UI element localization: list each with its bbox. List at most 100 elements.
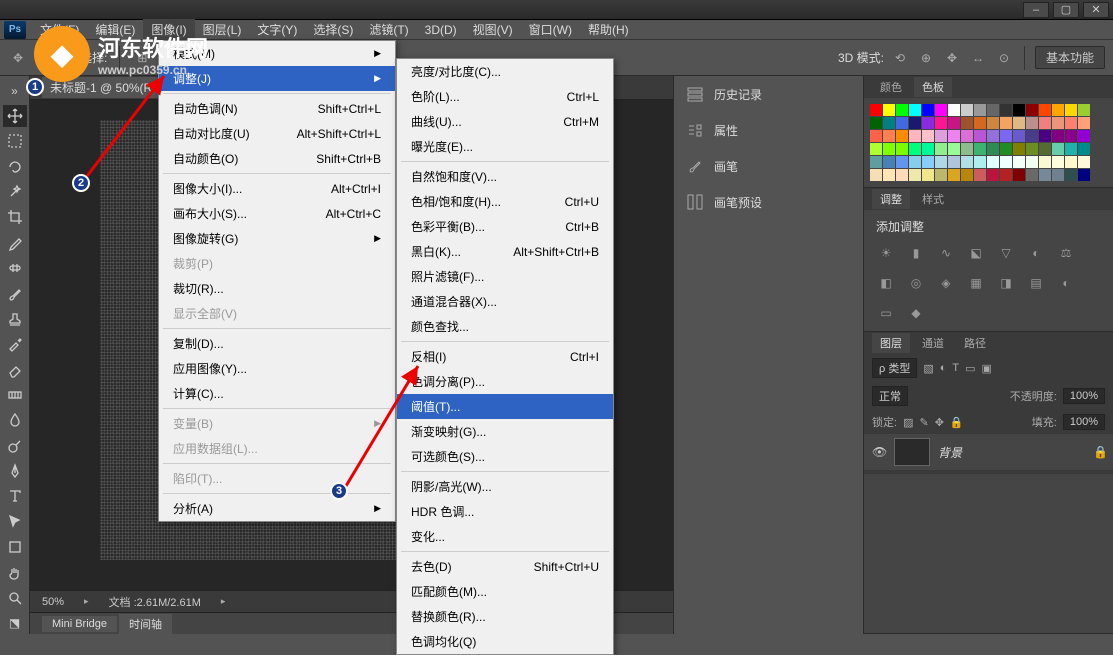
swatch[interactable] bbox=[883, 169, 895, 181]
menu-select[interactable]: 选择(S) bbox=[305, 19, 361, 40]
invert-icon[interactable]: ◨ bbox=[996, 273, 1016, 293]
menu-item[interactable]: 渐变映射(G)... bbox=[397, 419, 613, 444]
levels-icon[interactable]: ▮ bbox=[906, 243, 926, 263]
swatch[interactable] bbox=[1026, 117, 1038, 129]
roll-icon[interactable]: ⊕ bbox=[916, 48, 936, 68]
swatch[interactable] bbox=[1052, 143, 1064, 155]
menu-view[interactable]: 视图(V) bbox=[465, 19, 521, 40]
bw-icon[interactable]: ◧ bbox=[876, 273, 896, 293]
tab-channels[interactable]: 通道 bbox=[914, 333, 952, 353]
swatch[interactable] bbox=[987, 104, 999, 116]
selective-color-icon[interactable]: ◆ bbox=[906, 303, 926, 323]
tab-swatches[interactable]: 色板 bbox=[914, 77, 952, 97]
menu-edit[interactable]: 编辑(E) bbox=[87, 19, 143, 40]
close-button[interactable]: ✕ bbox=[1083, 2, 1109, 18]
menu-item[interactable]: 曝光度(E)... bbox=[397, 134, 613, 159]
swatch[interactable] bbox=[870, 104, 882, 116]
balance-icon[interactable]: ⚖ bbox=[1056, 243, 1076, 263]
slide-icon[interactable]: ↔ bbox=[968, 48, 988, 68]
lock-trans-icon[interactable]: ▨ bbox=[903, 416, 913, 429]
menu-item[interactable]: HDR 色调... bbox=[397, 499, 613, 524]
gradient-map-icon[interactable]: ▭ bbox=[876, 303, 896, 323]
swatch[interactable] bbox=[987, 169, 999, 181]
tab-layers[interactable]: 图层 bbox=[872, 333, 910, 353]
swatch[interactable] bbox=[1013, 130, 1025, 142]
swatch[interactable] bbox=[987, 156, 999, 168]
hue-icon[interactable]: ◐ bbox=[1026, 243, 1046, 263]
blur-tool[interactable] bbox=[3, 410, 27, 431]
menu-item[interactable]: 分析(A)▶ bbox=[159, 496, 395, 521]
filter-smart-icon[interactable]: ▣ bbox=[982, 362, 992, 375]
menu-item[interactable]: 模式(M)▶ bbox=[159, 41, 395, 66]
menu-item[interactable]: 通道混合器(X)... bbox=[397, 289, 613, 314]
lock-paint-icon[interactable]: ✎ bbox=[919, 416, 928, 429]
crop-tool[interactable] bbox=[3, 207, 27, 228]
orbit-icon[interactable]: ⟲ bbox=[890, 48, 910, 68]
swatch[interactable] bbox=[974, 130, 986, 142]
swatch[interactable] bbox=[1052, 117, 1064, 129]
menu-3d[interactable]: 3D(D) bbox=[417, 21, 465, 39]
swatch[interactable] bbox=[961, 104, 973, 116]
menu-item[interactable]: 自动对比度(U)Alt+Shift+Ctrl+L bbox=[159, 121, 395, 146]
swatch[interactable] bbox=[948, 117, 960, 129]
wand-tool[interactable] bbox=[3, 181, 27, 202]
swatch[interactable] bbox=[1039, 169, 1051, 181]
swatch[interactable] bbox=[896, 117, 908, 129]
menu-window[interactable]: 窗口(W) bbox=[521, 19, 580, 40]
filter-type-icon[interactable]: T bbox=[952, 362, 959, 374]
swatch[interactable] bbox=[1039, 156, 1051, 168]
blend-mode-select[interactable]: 正常 bbox=[872, 386, 908, 406]
menu-item[interactable]: 画布大小(S)...Alt+Ctrl+C bbox=[159, 201, 395, 226]
mixer-icon[interactable]: ◈ bbox=[936, 273, 956, 293]
swatch[interactable] bbox=[1065, 130, 1077, 142]
swatch[interactable] bbox=[909, 143, 921, 155]
menu-type[interactable]: 文字(Y) bbox=[249, 19, 305, 40]
menu-help[interactable]: 帮助(H) bbox=[580, 19, 637, 40]
swatch[interactable] bbox=[1013, 117, 1025, 129]
swatch[interactable] bbox=[1052, 104, 1064, 116]
swatch[interactable] bbox=[870, 143, 882, 155]
opacity-value[interactable]: 100% bbox=[1063, 388, 1105, 404]
swatch[interactable] bbox=[948, 156, 960, 168]
swatch[interactable] bbox=[1078, 156, 1090, 168]
menu-item[interactable]: 反相(I)Ctrl+I bbox=[397, 344, 613, 369]
swatch[interactable] bbox=[1078, 130, 1090, 142]
swatch[interactable] bbox=[1078, 117, 1090, 129]
hand-tool[interactable] bbox=[3, 562, 27, 583]
panel-history[interactable]: 历史记录 bbox=[674, 76, 863, 112]
swatch[interactable] bbox=[1026, 143, 1038, 155]
menu-item[interactable]: 应用图像(Y)... bbox=[159, 356, 395, 381]
info-menu-icon[interactable]: ▸ bbox=[221, 596, 226, 607]
menu-item[interactable]: 色调分离(P)... bbox=[397, 369, 613, 394]
swatch-grid[interactable] bbox=[864, 98, 1113, 187]
swatch[interactable] bbox=[961, 130, 973, 142]
swatch[interactable] bbox=[870, 117, 882, 129]
layer-thumbnail[interactable] bbox=[894, 438, 930, 466]
menu-item[interactable]: 匹配颜色(M)... bbox=[397, 579, 613, 604]
menu-item[interactable]: 色彩平衡(B)...Ctrl+B bbox=[397, 214, 613, 239]
panel-properties[interactable]: 属性 bbox=[674, 112, 863, 148]
swatch[interactable] bbox=[1065, 143, 1077, 155]
zoom-stepper-icon[interactable]: ▸ bbox=[84, 596, 89, 607]
swatch[interactable] bbox=[935, 156, 947, 168]
swatch[interactable] bbox=[987, 143, 999, 155]
menu-item[interactable]: 复制(D)... bbox=[159, 331, 395, 356]
swatch[interactable] bbox=[974, 143, 986, 155]
expand-handle-icon[interactable]: » bbox=[3, 80, 27, 101]
swatch[interactable] bbox=[961, 117, 973, 129]
minimize-button[interactable]: – bbox=[1023, 2, 1049, 18]
swatch[interactable] bbox=[1026, 169, 1038, 181]
swatch[interactable] bbox=[1078, 169, 1090, 181]
tab-mini-bridge[interactable]: Mini Bridge bbox=[42, 616, 117, 632]
menu-item[interactable]: 调整(J)▶ bbox=[159, 66, 395, 91]
swatch[interactable] bbox=[974, 104, 986, 116]
swatch[interactable] bbox=[1000, 104, 1012, 116]
swatch[interactable] bbox=[870, 169, 882, 181]
eyedropper-tool[interactable] bbox=[3, 232, 27, 253]
menu-item[interactable]: 亮度/对比度(C)... bbox=[397, 59, 613, 84]
swatch[interactable] bbox=[922, 169, 934, 181]
swatch[interactable] bbox=[1078, 143, 1090, 155]
tab-adjustments[interactable]: 调整 bbox=[872, 189, 910, 209]
menu-item[interactable]: 去色(D)Shift+Ctrl+U bbox=[397, 554, 613, 579]
visibility-icon[interactable]: 👁 bbox=[872, 445, 886, 459]
